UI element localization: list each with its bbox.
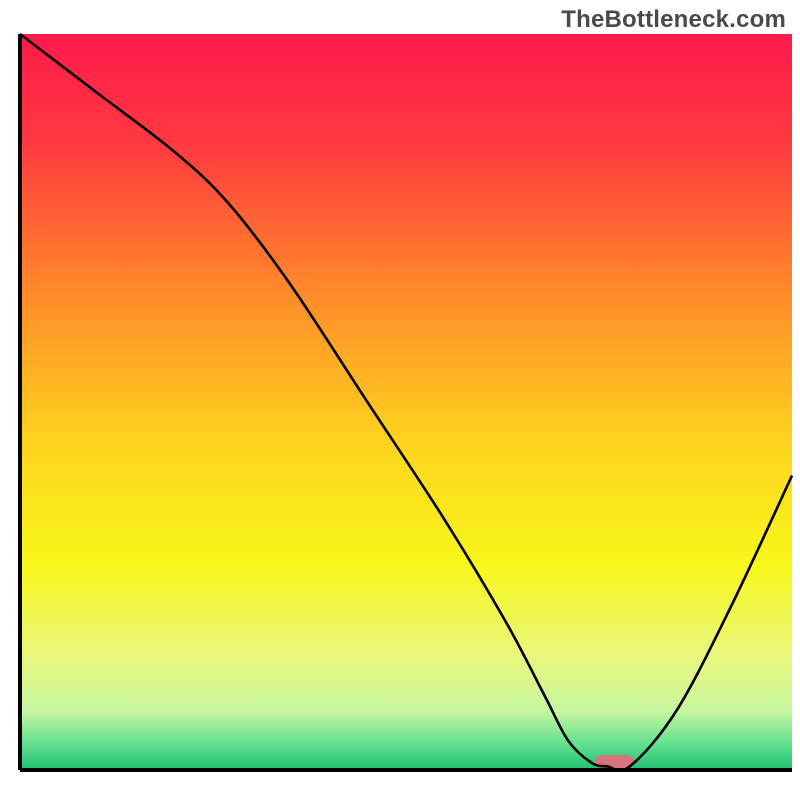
watermark-text: TheBottleneck.com (561, 6, 786, 34)
chart-background (20, 34, 792, 770)
chart-frame: TheBottleneck.com (0, 0, 800, 800)
bottleneck-chart (0, 0, 800, 800)
